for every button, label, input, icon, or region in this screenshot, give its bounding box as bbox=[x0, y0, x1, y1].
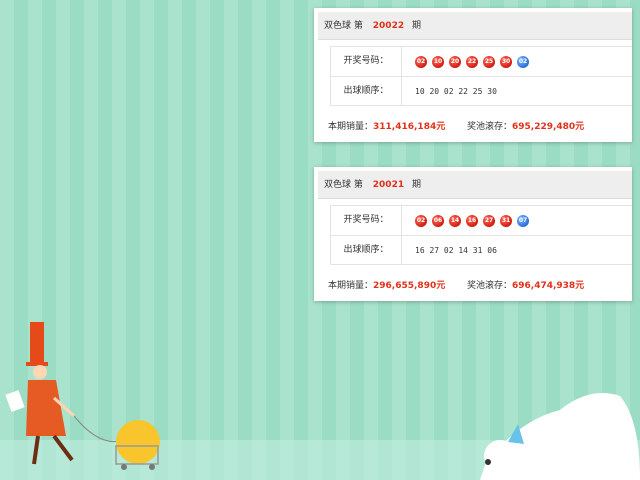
pool-value: 696,474,938元 bbox=[511, 281, 585, 291]
draw-result-card: 双色球 第 20021 期 开奖号码： 02 06 14 16 27 31 07… bbox=[314, 167, 632, 301]
red-ball: 10 bbox=[432, 55, 444, 68]
red-ball: 31 bbox=[500, 214, 512, 227]
ball-list: 02 06 14 16 27 31 07 bbox=[415, 206, 534, 235]
issue-suffix: 期 bbox=[411, 21, 421, 31]
sales-stats: 本期销量：311,416,184元 奖池滚存：695,229,480元 bbox=[328, 120, 632, 134]
pool-label: 奖池滚存： bbox=[466, 281, 512, 291]
issue-prefix: 第 bbox=[353, 21, 363, 31]
ball-list: 02 10 20 22 25 30 02 bbox=[415, 47, 534, 76]
draw-order-label: 出球顺序： bbox=[331, 236, 402, 265]
draw-order-value: 16 27 02 14 31 06 bbox=[415, 246, 497, 255]
issue-suffix: 期 bbox=[411, 180, 421, 190]
red-ball: 02 bbox=[415, 55, 427, 68]
blue-ball: 02 bbox=[517, 55, 529, 68]
red-ball: 06 bbox=[432, 214, 444, 227]
sales-label: 本期销量： bbox=[328, 122, 374, 132]
red-ball: 22 bbox=[466, 55, 478, 68]
card-header: 双色球 第 20021 期 bbox=[318, 171, 632, 199]
draw-order-value: 10 20 02 22 25 30 bbox=[415, 87, 497, 96]
result-table: 开奖号码： 02 10 20 22 25 30 02 出球顺序： 10 20 0… bbox=[330, 46, 632, 106]
red-ball: 20 bbox=[449, 55, 461, 68]
lottery-name: 双色球 bbox=[324, 21, 352, 31]
lottery-name: 双色球 bbox=[324, 180, 352, 190]
red-ball: 27 bbox=[483, 214, 495, 227]
issue-number: 20021 bbox=[372, 180, 405, 190]
watermark: 说说 bbox=[600, 457, 628, 473]
result-table: 开奖号码： 02 06 14 16 27 31 07 出球顺序： 16 27 0… bbox=[330, 205, 632, 265]
blue-ball: 07 bbox=[517, 214, 529, 227]
sales-label: 本期销量： bbox=[328, 281, 374, 291]
sales-stats: 本期销量：296,655,890元 奖池滚存：696,474,938元 bbox=[328, 279, 632, 293]
sales-value: 296,655,890元 bbox=[373, 281, 446, 291]
draw-result-card: 双色球 第 20022 期 开奖号码： 02 10 20 22 25 30 02… bbox=[314, 8, 632, 142]
draw-order-row: 出球顺序： 16 27 02 14 31 06 bbox=[331, 236, 632, 265]
red-ball: 02 bbox=[415, 214, 427, 227]
card-header: 双色球 第 20022 期 bbox=[318, 12, 632, 40]
red-ball: 14 bbox=[449, 214, 461, 227]
issue-number: 20022 bbox=[372, 21, 405, 31]
draw-numbers-row: 开奖号码： 02 10 20 22 25 30 02 bbox=[331, 47, 632, 77]
draw-order-row: 出球顺序： 10 20 02 22 25 30 bbox=[331, 77, 632, 106]
draw-order-label: 出球顺序： bbox=[331, 77, 402, 106]
red-ball: 25 bbox=[483, 55, 495, 68]
draw-numbers-label: 开奖号码： bbox=[331, 47, 402, 76]
pool-label: 奖池滚存： bbox=[466, 122, 512, 132]
pool-value: 695,229,480元 bbox=[511, 122, 585, 132]
sales-value: 311,416,184元 bbox=[373, 122, 446, 132]
draw-numbers-label: 开奖号码： bbox=[331, 206, 402, 235]
draw-numbers-row: 开奖号码： 02 06 14 16 27 31 07 bbox=[331, 206, 632, 236]
issue-prefix: 第 bbox=[353, 180, 363, 190]
red-ball: 16 bbox=[466, 214, 478, 227]
red-ball: 30 bbox=[500, 55, 512, 68]
